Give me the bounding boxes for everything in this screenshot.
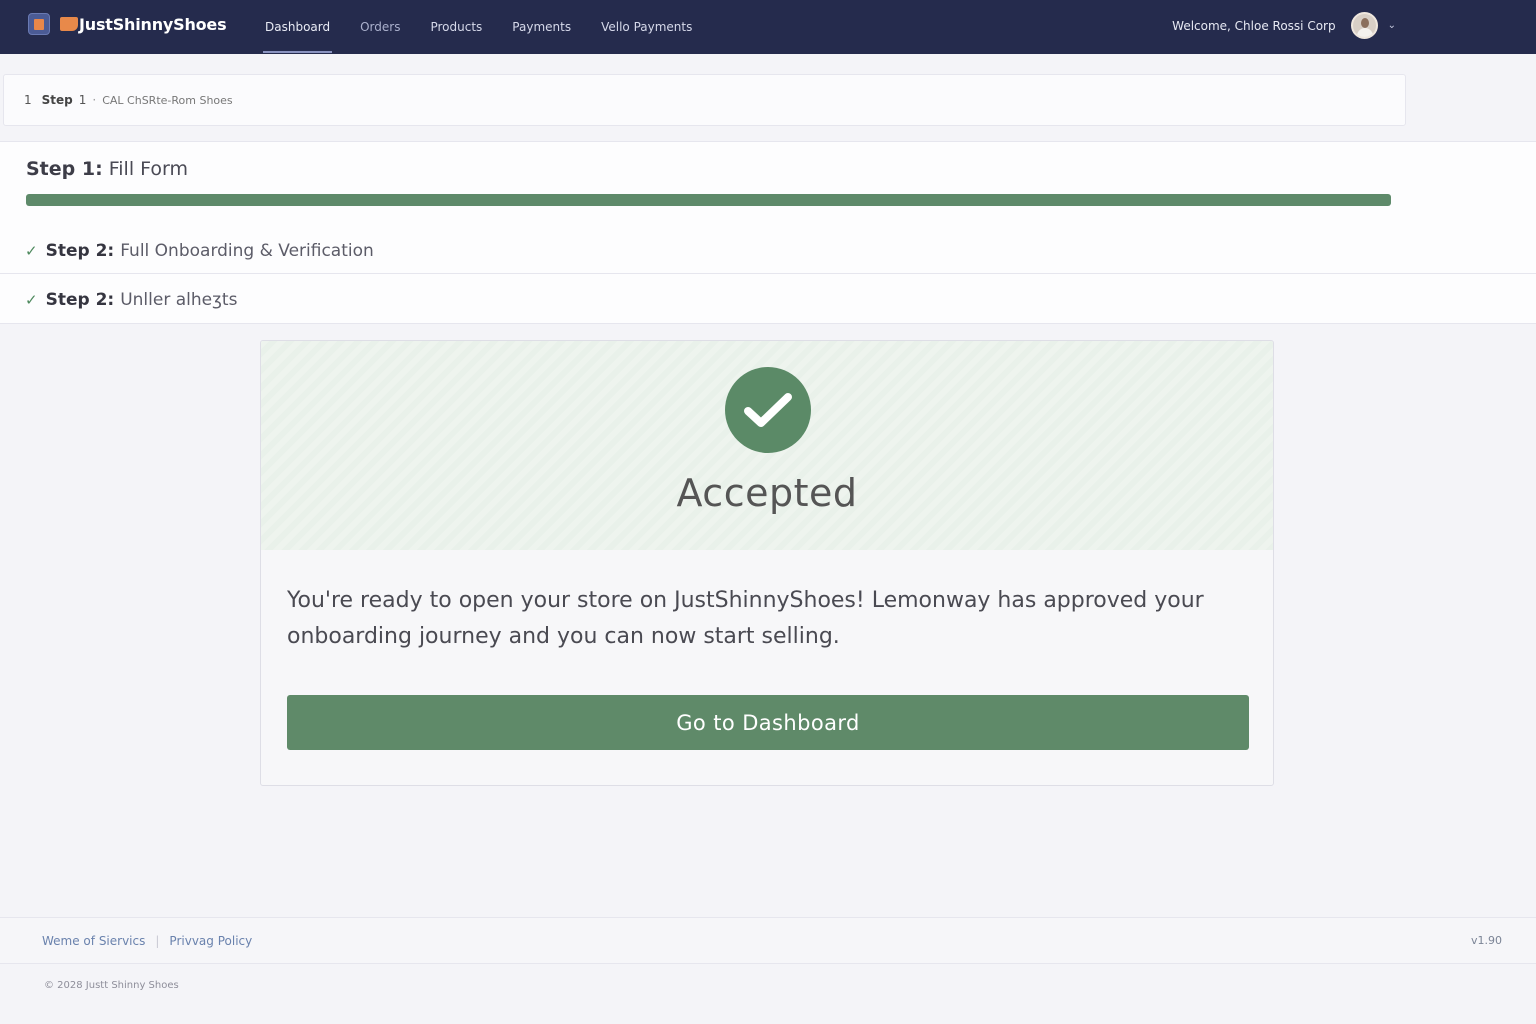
breadcrumb: 1 Step 1 · CAL ChSRte-Rom Shoes [3, 74, 1406, 126]
onboarding-steps: Step 1: Fill Form ✓ Step 2: Full Onboard… [0, 141, 1536, 324]
main-nav: Dashboard Orders Products Payments Vello… [250, 0, 707, 54]
step2-title: Full Onboarding & Verification [120, 240, 374, 261]
step2-row[interactable]: ✓ Step 2: Full Onboarding & Verification [0, 228, 1536, 274]
check-circle-icon [725, 367, 811, 453]
breadcrumb-number: 1 [24, 93, 32, 107]
footer: Weme of Siervics | Privvag Policy v1.90 [0, 917, 1536, 964]
status-title: Accepted [676, 471, 858, 515]
terms-link[interactable]: Weme of Siervics [42, 934, 145, 948]
copyright: © 2028 Justt Shinny Shoes [44, 980, 179, 991]
footer-divider: | [155, 933, 160, 948]
privacy-link[interactable]: Privvag Policy [169, 934, 252, 948]
shoe-icon [60, 17, 78, 31]
check-icon: ✓ [25, 290, 38, 309]
go-to-dashboard-button[interactable]: Go to Dashboard [287, 695, 1249, 750]
brand-name: JustShinnyShoes [79, 14, 227, 34]
step1-title: Fill Form [108, 158, 189, 180]
result-card: Accepted You're ready to open your store… [260, 340, 1274, 786]
breadcrumb-step: Step [41, 93, 73, 107]
result-header: Accepted [261, 341, 1273, 550]
step3-row[interactable]: ✓ Step 2: Unller alheʒts [0, 275, 1536, 324]
step2-label: Step 2: [45, 240, 115, 261]
step1-label: Step 1: [26, 158, 103, 180]
user-avatar[interactable] [1350, 12, 1378, 39]
step1-heading: Step 1: Fill Form [26, 158, 188, 180]
brand[interactable]: JustShinnyShoes [28, 13, 227, 35]
top-navbar: JustShinnyShoes Dashboard Orders Product… [0, 0, 1536, 54]
step3-title: Unller alheʒts [120, 289, 238, 310]
app-logo-icon [28, 13, 50, 35]
breadcrumb-step-number: 1 [78, 93, 87, 107]
check-icon: ✓ [25, 241, 38, 260]
nav-payments[interactable]: Payments [497, 0, 586, 54]
breadcrumb-text[interactable]: CAL ChSRte-Rom Shoes [102, 94, 232, 107]
user-menu[interactable]: Welcome, Chloe Rossi Corp ⌄ [1172, 12, 1396, 39]
progress-bar-fill [26, 194, 1391, 206]
progress-bar [26, 194, 1391, 206]
result-message: You're ready to open your store on JustS… [287, 588, 1204, 649]
welcome-text: Welcome, Chloe Rossi Corp [1172, 18, 1336, 33]
step3-label: Step 2: [45, 289, 115, 310]
nav-vello-payments[interactable]: Vello Payments [586, 0, 707, 54]
breadcrumb-separator: · [92, 93, 97, 107]
version-label: v1.90 [1470, 934, 1502, 947]
nav-dashboard[interactable]: Dashboard [250, 0, 345, 54]
nav-products[interactable]: Products [415, 0, 497, 54]
chevron-down-icon[interactable]: ⌄ [1388, 20, 1396, 31]
nav-orders[interactable]: Orders [345, 0, 415, 54]
